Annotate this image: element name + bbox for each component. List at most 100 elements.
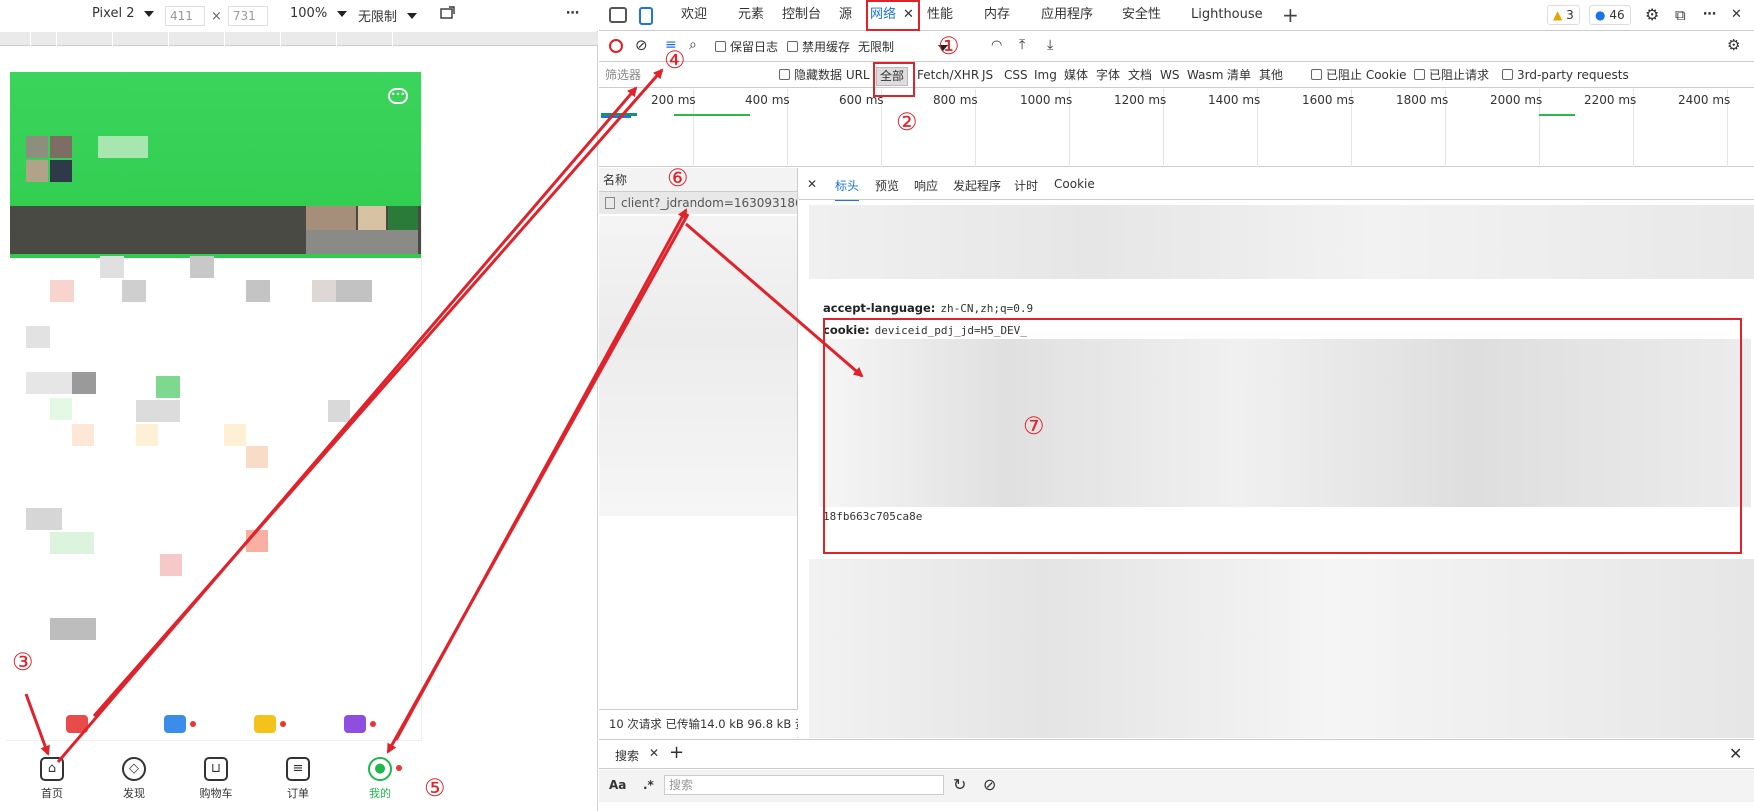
clear-icon[interactable]: ⊘ — [983, 775, 996, 794]
timeline-tick: 200 ms — [651, 93, 696, 107]
regex-toggle[interactable]: .* — [643, 778, 654, 792]
refresh-icon[interactable]: ↻ — [953, 775, 966, 794]
blocked-cookies-checkbox[interactable]: 已阻止 Cookie — [1311, 68, 1407, 83]
pixel-block — [72, 372, 96, 394]
zoom-select[interactable]: 100% — [290, 6, 348, 21]
tab-cart[interactable]: ⊔ 购物车 — [186, 741, 246, 811]
third-party-checkbox[interactable]: 3rd-party requests — [1502, 68, 1629, 83]
hide-data-url-checkbox[interactable]: 隐藏数据 URL — [779, 68, 870, 83]
request-row[interactable]: client?_jdrandom=163093186... — [599, 192, 797, 214]
filter-type-css[interactable]: CSS — [1004, 68, 1028, 83]
device-toolbar: Pixel 2 411 × 731 100% 无限制 ⋯ — [0, 0, 598, 31]
phone-viewport: ••• — [6, 70, 422, 811]
close-detail-icon[interactable]: ✕ — [807, 177, 817, 191]
chevron-down-icon — [337, 10, 348, 17]
inspect-icon[interactable] — [609, 7, 627, 23]
tab-performance[interactable]: 性能 — [927, 0, 953, 30]
filter-type-manifest[interactable]: 清单 — [1227, 68, 1251, 83]
chat-icon[interactable]: ••• — [388, 88, 408, 104]
clear-icon[interactable]: ⊘ — [635, 37, 648, 53]
height-field[interactable]: 731 — [227, 6, 268, 26]
tab-response[interactable]: 响应 — [914, 177, 938, 194]
checkbox — [715, 41, 726, 52]
filter-type-img[interactable]: Img — [1034, 68, 1057, 83]
tab-orders[interactable]: ≡ 订单 — [268, 741, 328, 811]
record-icon[interactable] — [609, 39, 623, 53]
tab-memory[interactable]: 内存 — [984, 0, 1010, 30]
device-select[interactable]: Pixel 2 — [92, 6, 155, 21]
width-field[interactable]: 411 — [165, 6, 205, 26]
filter-input[interactable]: 筛选器 — [605, 68, 641, 83]
tab-sources[interactable]: 源 — [839, 0, 852, 30]
tab-lighthouse[interactable]: Lighthouse — [1191, 0, 1263, 30]
tab-preview[interactable]: 预览 — [875, 177, 899, 194]
throttle-select[interactable]: 无限制 — [358, 6, 418, 25]
preserve-log-checkbox[interactable]: 保留日志 — [715, 39, 778, 55]
more-options-icon[interactable]: ⋯ — [566, 6, 580, 21]
tab-discover[interactable]: ◇ 发现 — [104, 741, 164, 811]
blocked-cookies-label: 已阻止 Cookie — [1326, 68, 1407, 82]
tab-cookies[interactable]: Cookie — [1054, 177, 1095, 191]
tab-home[interactable]: ⌂ 首页 — [22, 741, 82, 811]
filter-type-js[interactable]: JS — [982, 68, 993, 83]
tab-headers[interactable]: 标头 — [835, 177, 860, 202]
close-icon[interactable]: ✕ — [649, 746, 659, 760]
tab-console[interactable]: 控制台 — [782, 0, 821, 30]
blocked-requests-checkbox[interactable]: 已阻止请求 — [1414, 68, 1489, 83]
search-input[interactable]: 搜索 — [664, 775, 944, 795]
match-case-toggle[interactable]: Aa — [609, 778, 626, 792]
filter-type-ws[interactable]: WS — [1160, 68, 1179, 83]
tab-elements[interactable]: 元素 — [738, 0, 764, 30]
messages-badge[interactable]: ● 46 — [1589, 5, 1631, 25]
devtools-main-tabs: 欢迎 元素 控制台 源 网络 ✕ 性能 内存 应用程序 安全性 Lighthou… — [599, 0, 1754, 31]
notification-dot — [370, 721, 376, 727]
search-icon[interactable]: ⌕ — [689, 37, 697, 53]
third-party-label: 3rd-party requests — [1517, 68, 1629, 82]
tab-label: 订单 — [287, 787, 309, 800]
more-icon[interactable]: ⋯ — [1703, 0, 1716, 30]
add-tab-icon[interactable]: + — [1282, 0, 1299, 30]
download-icon[interactable]: ⤓ — [1047, 37, 1053, 53]
tab-security[interactable]: 安全性 — [1122, 0, 1161, 30]
tab-timing[interactable]: 计时 — [1014, 177, 1038, 194]
drawer-tab-search[interactable]: 搜索 — [615, 747, 639, 764]
close-drawer-icon[interactable]: ✕ — [1729, 744, 1742, 763]
highlight-network-tab — [866, 0, 920, 31]
tab-application[interactable]: 应用程序 — [1041, 0, 1093, 30]
cart-icon: ⊔ — [204, 757, 228, 781]
annotation-7: ⑦ — [1023, 412, 1045, 440]
annotation-3: ③ — [12, 648, 34, 676]
disable-cache-checkbox[interactable]: 禁用缓存 — [787, 39, 850, 55]
rotate-icon[interactable] — [440, 6, 456, 20]
gear-icon[interactable]: ⚙ — [1645, 0, 1659, 30]
name-column-header[interactable]: 名称 — [599, 168, 797, 192]
network-timeline[interactable]: 200 ms 400 ms 600 ms 800 ms 1000 ms 1200… — [599, 89, 1754, 167]
tab-mine[interactable]: ● 我的 — [350, 741, 410, 811]
pixel-block — [246, 530, 268, 552]
close-devtools-icon[interactable]: ✕ — [1731, 0, 1742, 30]
filter-type-media[interactable]: 媒体 — [1064, 68, 1088, 83]
warnings-badge[interactable]: ▲ 3 — [1547, 5, 1580, 25]
request-name: client?_jdrandom=163093186... — [621, 196, 797, 210]
filter-type-doc[interactable]: 文档 — [1128, 68, 1152, 83]
pixel-block — [100, 256, 124, 278]
tab-label: 我的 — [369, 787, 391, 800]
timeline-tick: 2200 ms — [1584, 93, 1637, 107]
add-icon[interactable]: + — [669, 742, 684, 763]
filter-type-fetch[interactable]: Fetch/XHR — [917, 68, 979, 83]
filter-type-wasm[interactable]: Wasm — [1187, 68, 1223, 83]
wifi-icon[interactable]: ◠ — [991, 38, 1002, 54]
tab-initiator[interactable]: 发起程序 — [953, 177, 1001, 194]
checkbox — [787, 41, 798, 52]
annotation-4: ④ — [664, 46, 686, 74]
customize-icon[interactable]: ⧉ — [1675, 0, 1686, 30]
network-settings-icon[interactable]: ⚙ — [1727, 37, 1740, 53]
pixel-block — [50, 618, 96, 640]
filter-type-font[interactable]: 字体 — [1096, 68, 1120, 83]
timeline-tick: 400 ms — [745, 93, 790, 107]
device-mode-icon[interactable] — [639, 7, 653, 25]
tab-welcome[interactable]: 欢迎 — [681, 0, 707, 30]
upload-icon[interactable]: ⤒ — [1019, 37, 1025, 53]
network-throttle-select[interactable]: 无限制 — [858, 39, 949, 55]
filter-type-other[interactable]: 其他 — [1259, 68, 1283, 83]
